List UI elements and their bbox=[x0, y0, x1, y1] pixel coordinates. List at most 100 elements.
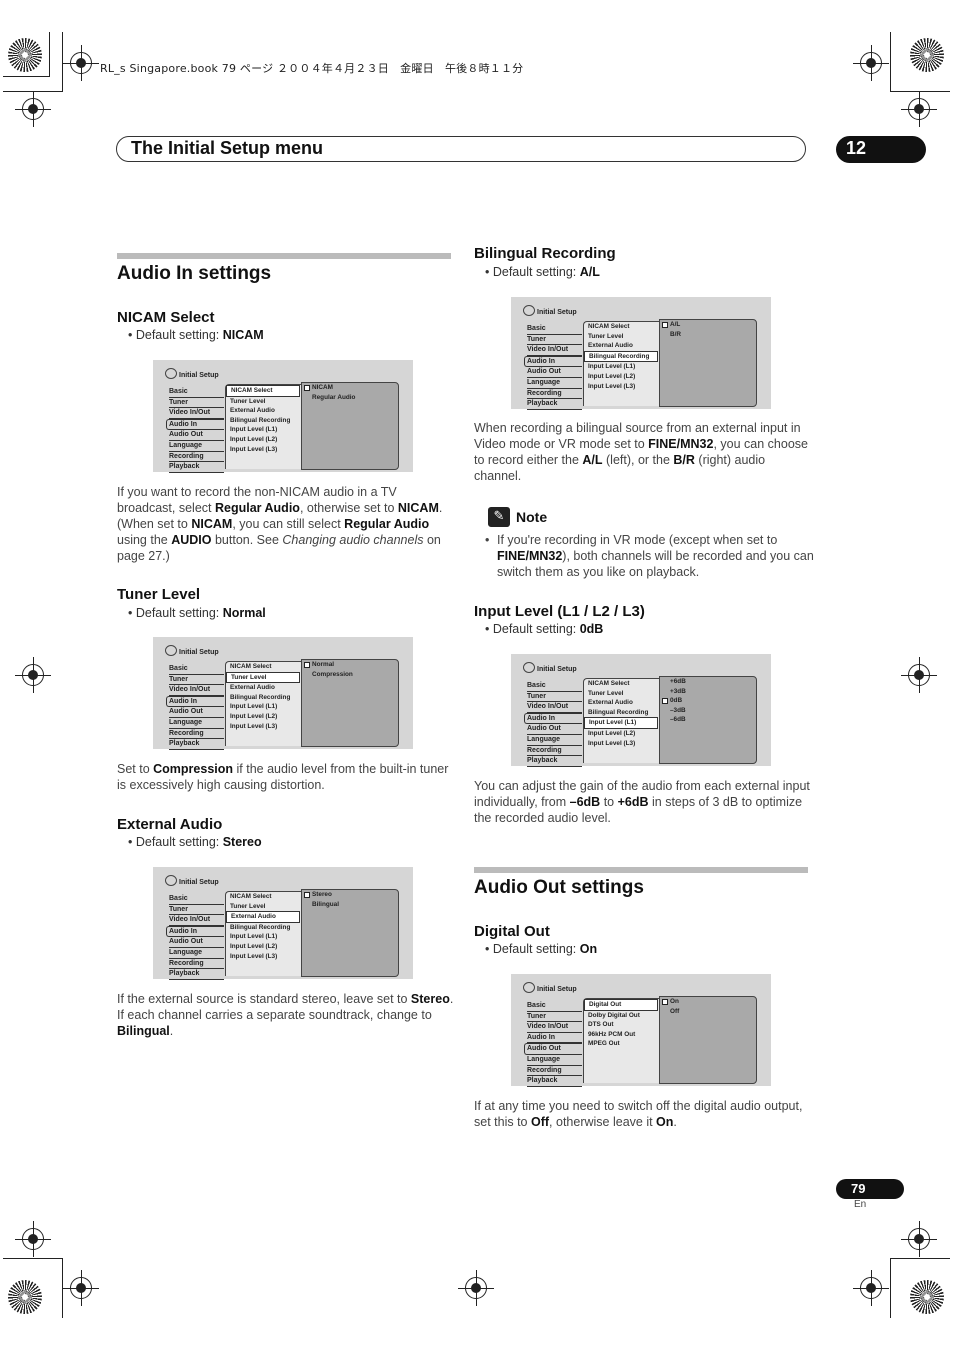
screen-category-item: Audio Out bbox=[524, 1043, 582, 1055]
crop-mark bbox=[3, 1258, 63, 1259]
heading-bar bbox=[474, 867, 808, 873]
screen-category-item: Language bbox=[169, 948, 224, 959]
screen-category-item: Audio In bbox=[166, 925, 224, 938]
screen-category-item: Playback bbox=[169, 739, 224, 750]
screen-category-item: Playback bbox=[169, 969, 224, 980]
screen-category-item: Recording bbox=[169, 452, 224, 463]
screen-options-panel: A/L B/R bbox=[659, 319, 757, 407]
screen-menu-item: Input Level (L2) bbox=[230, 435, 278, 443]
screen-category-menu: Basic Tuner Video In/Out Audio In Audio Out L… bbox=[166, 387, 224, 473]
screen-item-menu: NICAM Select Tuner Level External Audio Bil… bbox=[225, 661, 302, 746]
screen-menu-item: Tuner Level bbox=[230, 397, 266, 405]
screen-menu-item: Input Level (L1) bbox=[230, 703, 278, 711]
bilingual-heading: Bilingual Recording bbox=[474, 245, 616, 262]
screen-options-panel: On Off bbox=[659, 996, 757, 1084]
screen-category-item: Video In/Out bbox=[527, 345, 582, 356]
screen-category-item: Basic bbox=[169, 894, 224, 905]
text-run: AUDIO bbox=[171, 533, 212, 547]
screen-menu-item: Bilingual Recording bbox=[584, 350, 658, 363]
disc-icon bbox=[165, 368, 177, 379]
screen-category-menu: Basic Tuner Video In/Out Audio In Audio Out L… bbox=[524, 324, 582, 410]
screen-category-item: Playback bbox=[527, 756, 582, 767]
screen-category-item: Recording bbox=[527, 746, 582, 757]
default-label: Default setting: bbox=[135, 835, 223, 849]
screen-title: Initial Setup bbox=[165, 368, 219, 379]
text-run: . bbox=[169, 1024, 174, 1038]
nicam-heading: NICAM Select bbox=[117, 309, 215, 326]
audio-in-heading: Audio In settings bbox=[117, 263, 272, 284]
screen-option: On bbox=[660, 997, 756, 1007]
text-run: If you're recording in VR mode (except w… bbox=[497, 533, 778, 547]
crop-mark bbox=[890, 1258, 891, 1318]
screen-category-item: Tuner bbox=[527, 692, 582, 703]
note-bullet: • If you're recording in VR mode (except… bbox=[485, 533, 814, 579]
screen-category-item: Language bbox=[169, 718, 224, 729]
tuner-description: Set to Compression if the audio level fr… bbox=[117, 761, 457, 793]
text-run: (left), or the bbox=[602, 453, 674, 467]
screen-option: Bilingual bbox=[312, 900, 339, 908]
screen-title: Initial Setup bbox=[523, 982, 577, 993]
screen-menu-item: Digital Out bbox=[584, 999, 658, 1011]
screen-menu-item: 96kHz PCM Out bbox=[588, 1030, 636, 1038]
text-run: If the external source is standard stere… bbox=[117, 992, 411, 1006]
crop-mark bbox=[49, 32, 50, 77]
crop-mark bbox=[62, 32, 63, 92]
default-value: Stereo bbox=[222, 835, 262, 849]
screen-category-item: Language bbox=[169, 441, 224, 452]
audio-out-heading: Audio Out settings bbox=[474, 877, 644, 898]
screen-category-item: Audio In bbox=[166, 695, 224, 708]
screen-title: Initial Setup bbox=[523, 305, 577, 316]
screen-menu-item: Tuner Level bbox=[588, 332, 624, 340]
registration-star-mark bbox=[8, 38, 42, 72]
screen-menu-item: Input Level (L1) bbox=[230, 426, 278, 434]
screen-category-item: Recording bbox=[527, 389, 582, 400]
text-run: Off bbox=[530, 1115, 550, 1129]
screen-category-item: Audio Out bbox=[527, 367, 582, 378]
screen-option: +3dB bbox=[670, 687, 686, 695]
chapter-badge: 12 bbox=[836, 136, 926, 163]
screen-item-menu: Digital Out Dolby Digital Out DTS Out 96kHz… bbox=[583, 998, 660, 1083]
screen-category-item: Video In/Out bbox=[169, 685, 224, 696]
text-run: to bbox=[600, 795, 618, 809]
text-run: B/R bbox=[673, 453, 695, 467]
registration-mark bbox=[901, 91, 937, 127]
crop-mark bbox=[890, 1258, 950, 1259]
text-run: +6dB bbox=[617, 795, 649, 809]
screen-menu-item: External Audio bbox=[226, 911, 300, 923]
screen-menu-item: Input Level (L3) bbox=[230, 722, 278, 730]
screen-menu-item: NICAM Select bbox=[226, 385, 300, 397]
registration-mark bbox=[63, 1270, 99, 1306]
screen-category-item: Basic bbox=[169, 387, 224, 398]
screen-menu-item: Bilingual Recording bbox=[230, 693, 291, 701]
screen-option: A/L bbox=[660, 320, 756, 330]
screen-option: B/R bbox=[670, 330, 682, 338]
digital-out-default: • Default setting: On bbox=[485, 942, 598, 956]
screen-options-panel: NICAM Regular Audio bbox=[301, 382, 399, 470]
screen-category-item: Audio In bbox=[524, 712, 582, 725]
screen-menu-item: External Audio bbox=[588, 699, 633, 707]
disc-icon bbox=[523, 662, 535, 673]
screen-menu-item: NICAM Select bbox=[588, 680, 630, 687]
screen-title: Initial Setup bbox=[165, 645, 219, 656]
registration-mark bbox=[458, 1270, 494, 1306]
heading-bar bbox=[117, 253, 451, 259]
registration-mark bbox=[15, 1221, 51, 1257]
text-run: FINE/MN32 bbox=[497, 549, 563, 563]
screen-option: Normal bbox=[302, 660, 398, 670]
screen-category-item: Recording bbox=[169, 729, 224, 740]
text-run: On bbox=[656, 1115, 674, 1129]
default-value: 0dB bbox=[579, 622, 604, 636]
screen-menu-item: External Audio bbox=[230, 684, 275, 692]
default-value: NICAM bbox=[222, 328, 264, 342]
screen-option: Compression bbox=[312, 670, 353, 678]
screen-category-item: Recording bbox=[169, 959, 224, 970]
disc-icon bbox=[523, 982, 535, 993]
bilingual-default: • Default setting: A/L bbox=[485, 265, 600, 279]
screen-option: 0dB bbox=[660, 696, 756, 706]
nicam-description: If you want to record the non-NICAM audi… bbox=[117, 484, 457, 564]
screen-menu-item: Input Level (L2) bbox=[588, 729, 636, 737]
screen-menu-item: DTS Out bbox=[588, 1021, 614, 1029]
screen-category-item: Audio In bbox=[524, 355, 582, 368]
input-level-heading: Input Level (L1 / L2 / L3) bbox=[474, 603, 645, 620]
screen-category-item: Tuner bbox=[527, 1012, 582, 1023]
